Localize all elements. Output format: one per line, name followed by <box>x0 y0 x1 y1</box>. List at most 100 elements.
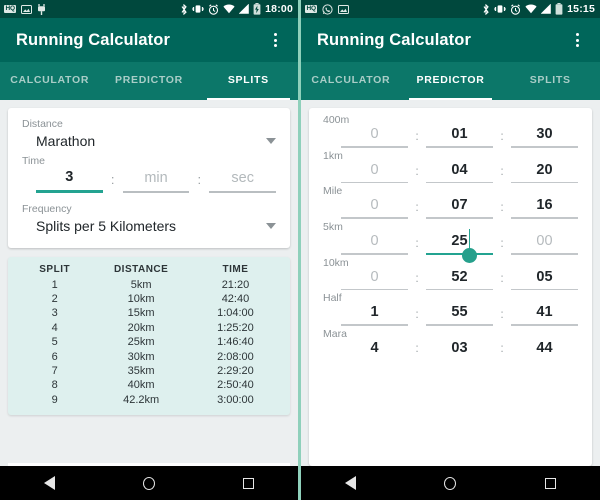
tab-predictor[interactable]: PREDICTOR <box>401 62 501 100</box>
row-label: 400m <box>323 114 350 126</box>
cell-time: 1:25:20 <box>217 321 254 334</box>
back-icon[interactable] <box>345 476 357 490</box>
seconds-value: 44 <box>536 339 553 356</box>
cell-time: 2:29:20 <box>217 364 254 377</box>
minutes-value: 04 <box>451 161 468 178</box>
distance-label: Distance <box>22 118 63 130</box>
field-underline <box>341 288 408 290</box>
hours-field[interactable]: 0 <box>341 162 408 183</box>
page-title: Running Calculator <box>317 30 471 49</box>
cell-time: 2:50:40 <box>217 379 254 392</box>
minutes-field[interactable]: 55 <box>426 304 493 326</box>
minutes-field[interactable]: 03 <box>426 340 493 360</box>
recents-icon[interactable] <box>544 477 556 489</box>
table-row: 9 42.2km 3:00:00 <box>18 393 280 407</box>
hours-value: 0 <box>370 126 379 142</box>
field-underline <box>511 146 578 148</box>
seconds-field[interactable]: 44 <box>511 340 578 360</box>
predictor-row-1km: 1km 0 : 04 : 20 <box>323 150 578 186</box>
field-underline <box>511 181 578 183</box>
seconds-value: 00 <box>536 233 553 249</box>
time-input-group: 1 : 55 : 41 <box>323 304 578 326</box>
time-input-group: 4 : 03 : 44 <box>323 340 578 360</box>
tab-splits[interactable]: SPLITS <box>500 62 600 100</box>
table-row: 5 25km 1:46:40 <box>18 335 280 349</box>
right-navigation-bar <box>301 466 600 500</box>
tab-splits[interactable]: SPLITS <box>199 62 298 100</box>
cell-split: 1 <box>51 278 58 291</box>
seconds-field[interactable]: 05 <box>511 269 578 290</box>
distance-select[interactable]: Marathon <box>22 131 276 155</box>
overflow-menu-button[interactable] <box>264 25 286 55</box>
screenshot-icon <box>338 4 350 14</box>
seconds-field[interactable]: 20 <box>511 162 578 183</box>
tab-predictor[interactable]: PREDICTOR <box>99 62 198 100</box>
vibrate-icon <box>192 5 205 13</box>
cell-split: 7 <box>51 364 58 377</box>
right-status-bar: HQ 15:15 <box>301 0 600 18</box>
overflow-menu-button[interactable] <box>566 25 588 55</box>
status-clock: 18:00 <box>265 3 293 15</box>
field-underline <box>341 324 408 326</box>
cell-split: 6 <box>51 350 58 363</box>
distance-value: Marathon <box>36 133 96 149</box>
tab-label: PREDICTOR <box>416 74 485 86</box>
chevron-down-icon <box>266 222 276 229</box>
predictor-row-marathon: Mara 4 : 03 : 44 <box>323 328 578 362</box>
cell-time: 2:08:00 <box>217 350 254 363</box>
hours-field[interactable]: 0 <box>341 268 408 290</box>
cell-distance: 15km <box>127 307 155 320</box>
minutes-field-focused[interactable]: 25 <box>426 228 493 263</box>
left-app-bar: Running Calculator <box>0 18 298 62</box>
minutes-field[interactable]: 52 <box>426 268 493 290</box>
home-icon[interactable] <box>444 476 457 490</box>
hours-field[interactable]: 1 <box>341 304 408 326</box>
hours-value: 0 <box>370 268 379 285</box>
recents-icon[interactable] <box>243 477 254 489</box>
battery-icon <box>555 3 563 15</box>
time-separator: : <box>500 271 504 285</box>
minutes-value: 07 <box>451 197 468 213</box>
cell-time: 21:20 <box>221 278 250 291</box>
tab-calculator[interactable]: CALCULATOR <box>301 62 401 100</box>
right-phone-screen: HQ 15:15 Running Calculator CALCULATOR P… <box>301 0 600 500</box>
frequency-select[interactable]: Splits per 5 Kilometers <box>22 216 276 234</box>
cell-distance: 20km <box>127 321 155 334</box>
hours-field[interactable]: 0 <box>341 197 408 219</box>
seconds-field[interactable]: 00 <box>511 233 578 255</box>
hours-field[interactable]: 0 <box>341 126 408 148</box>
time-separator: : <box>500 235 504 250</box>
time-input-group: 0 : 52 : 05 <box>323 268 578 290</box>
seconds-field[interactable]: 30 <box>511 126 578 148</box>
seconds-field[interactable]: 16 <box>511 197 578 219</box>
hours-field[interactable]: 4 <box>341 340 408 360</box>
minutes-value: 52 <box>451 268 468 285</box>
cell-distance: 40km <box>127 379 155 392</box>
text-selection-handle[interactable] <box>461 247 477 263</box>
back-icon[interactable] <box>44 476 55 490</box>
time-seconds-field[interactable]: sec <box>209 170 277 193</box>
time-hours-value: 3 <box>65 169 74 185</box>
minutes-field[interactable]: 07 <box>426 197 493 219</box>
seconds-field[interactable]: 41 <box>511 304 578 326</box>
frequency-value: Splits per 5 Kilometers <box>36 217 177 234</box>
hq-badge-icon: HQ <box>4 4 17 14</box>
row-label: Mara <box>323 327 347 340</box>
predictor-row-mile: Mile 0 : 07 : 16 <box>323 185 578 221</box>
field-underline <box>341 217 408 219</box>
seconds-value: 30 <box>536 126 553 142</box>
time-minutes-field[interactable]: min <box>122 170 190 193</box>
time-separator: : <box>415 340 419 355</box>
time-separator: : <box>415 128 419 143</box>
field-underline-active <box>426 252 493 255</box>
home-icon[interactable] <box>143 476 155 490</box>
hours-field[interactable]: 0 <box>341 233 408 255</box>
time-hours-field[interactable]: 3 <box>36 169 103 193</box>
minutes-field[interactable]: 04 <box>426 161 493 183</box>
tab-calculator[interactable]: CALCULATOR <box>0 62 99 100</box>
wifi-icon <box>525 4 537 14</box>
minutes-field[interactable]: 01 <box>426 126 493 148</box>
time-separator: : <box>500 128 504 143</box>
field-underline <box>511 217 578 219</box>
field-underline <box>341 146 408 148</box>
